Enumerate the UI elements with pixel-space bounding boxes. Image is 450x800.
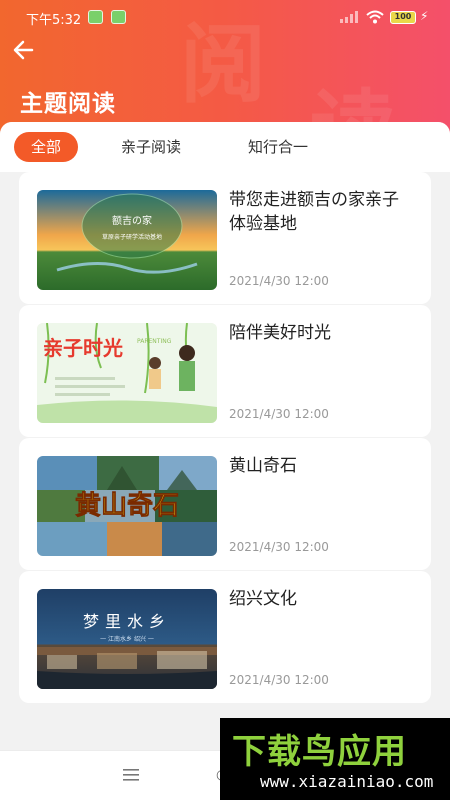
article-thumbnail: 亲子时光 PARENTING [37,323,217,423]
thumbnail-subcaption: 一 江南水乡 绍兴 一 [100,635,154,643]
article-thumbnail: 梦里水乡 一 江南水乡 绍兴 一 [37,589,217,689]
tab-knowledge-action[interactable]: 知行合一 [248,132,308,162]
thumbnail-caption: 梦里水乡 [83,612,171,631]
thumbnail-subcaption: 草原亲子研学活动基地 [102,233,162,241]
charging-icon: ⚡ [420,9,429,23]
thumbnail-caption: 黄山奇石 [75,491,179,521]
article-thumbnail: 额吉の家 草原亲子研学活动基地 [37,190,217,290]
back-arrow-icon[interactable] [10,36,38,64]
article-title: 黄山奇石 [229,456,297,476]
thumbnail-caption: 亲子时光 [43,336,123,360]
thumbnail-caption: 额吉の家 [112,214,152,227]
wifi-icon [366,10,384,24]
tab-parent-child-reading[interactable]: 亲子阅读 [121,132,181,162]
brand-watermark: 下载鸟应用 www.xiazainiao.com [220,718,450,800]
thumbnail-subcaption: PARENTING [137,338,172,345]
page-title: 主题阅读 [20,91,116,117]
article-thumbnail: 黄山奇石 [37,456,217,556]
tab-all[interactable]: 全部 [14,132,78,162]
status-bar: 下午5:32 100 ⚡ [0,0,450,34]
menu-icon[interactable] [123,769,139,781]
article-card[interactable]: 黄山奇石 黄山奇石 2021/4/30 12:00 [19,438,431,570]
article-card[interactable]: 梦里水乡 一 江南水乡 绍兴 一 绍兴文化 2021/4/30 12:00 [19,571,431,703]
article-title: 带您走进额吉の家亲子体验基地 [229,190,399,234]
brand-name: 下载鸟应用 [232,732,407,772]
category-tabs: 全部 亲子阅读 知行合一 [0,122,450,172]
article-date: 2021/4/30 12:00 [229,274,329,288]
article-date: 2021/4/30 12:00 [229,540,329,554]
article-card[interactable]: 亲子时光 PARENTING 陪伴美好时光 2021/4/30 12:00 [19,305,431,437]
signal-icon [340,11,358,23]
article-date: 2021/4/30 12:00 [229,407,329,421]
battery-icon: 100 [390,11,416,24]
article-date: 2021/4/30 12:00 [229,673,329,687]
article-title: 陪伴美好时光 [229,323,331,343]
article-title: 绍兴文化 [229,589,297,609]
content-panel: 全部 亲子阅读 知行合一 额吉の家 草原亲子研学活动基地 带您走进额吉の家亲子体… [0,122,450,750]
notification-app-icon [88,10,103,24]
notification-app-icon [111,10,126,24]
status-time: 下午5:32 [26,13,82,28]
brand-url: www.xiazainiao.com [260,772,434,791]
article-card[interactable]: 额吉の家 草原亲子研学活动基地 带您走进额吉の家亲子体验基地 2021/4/30… [19,172,431,304]
